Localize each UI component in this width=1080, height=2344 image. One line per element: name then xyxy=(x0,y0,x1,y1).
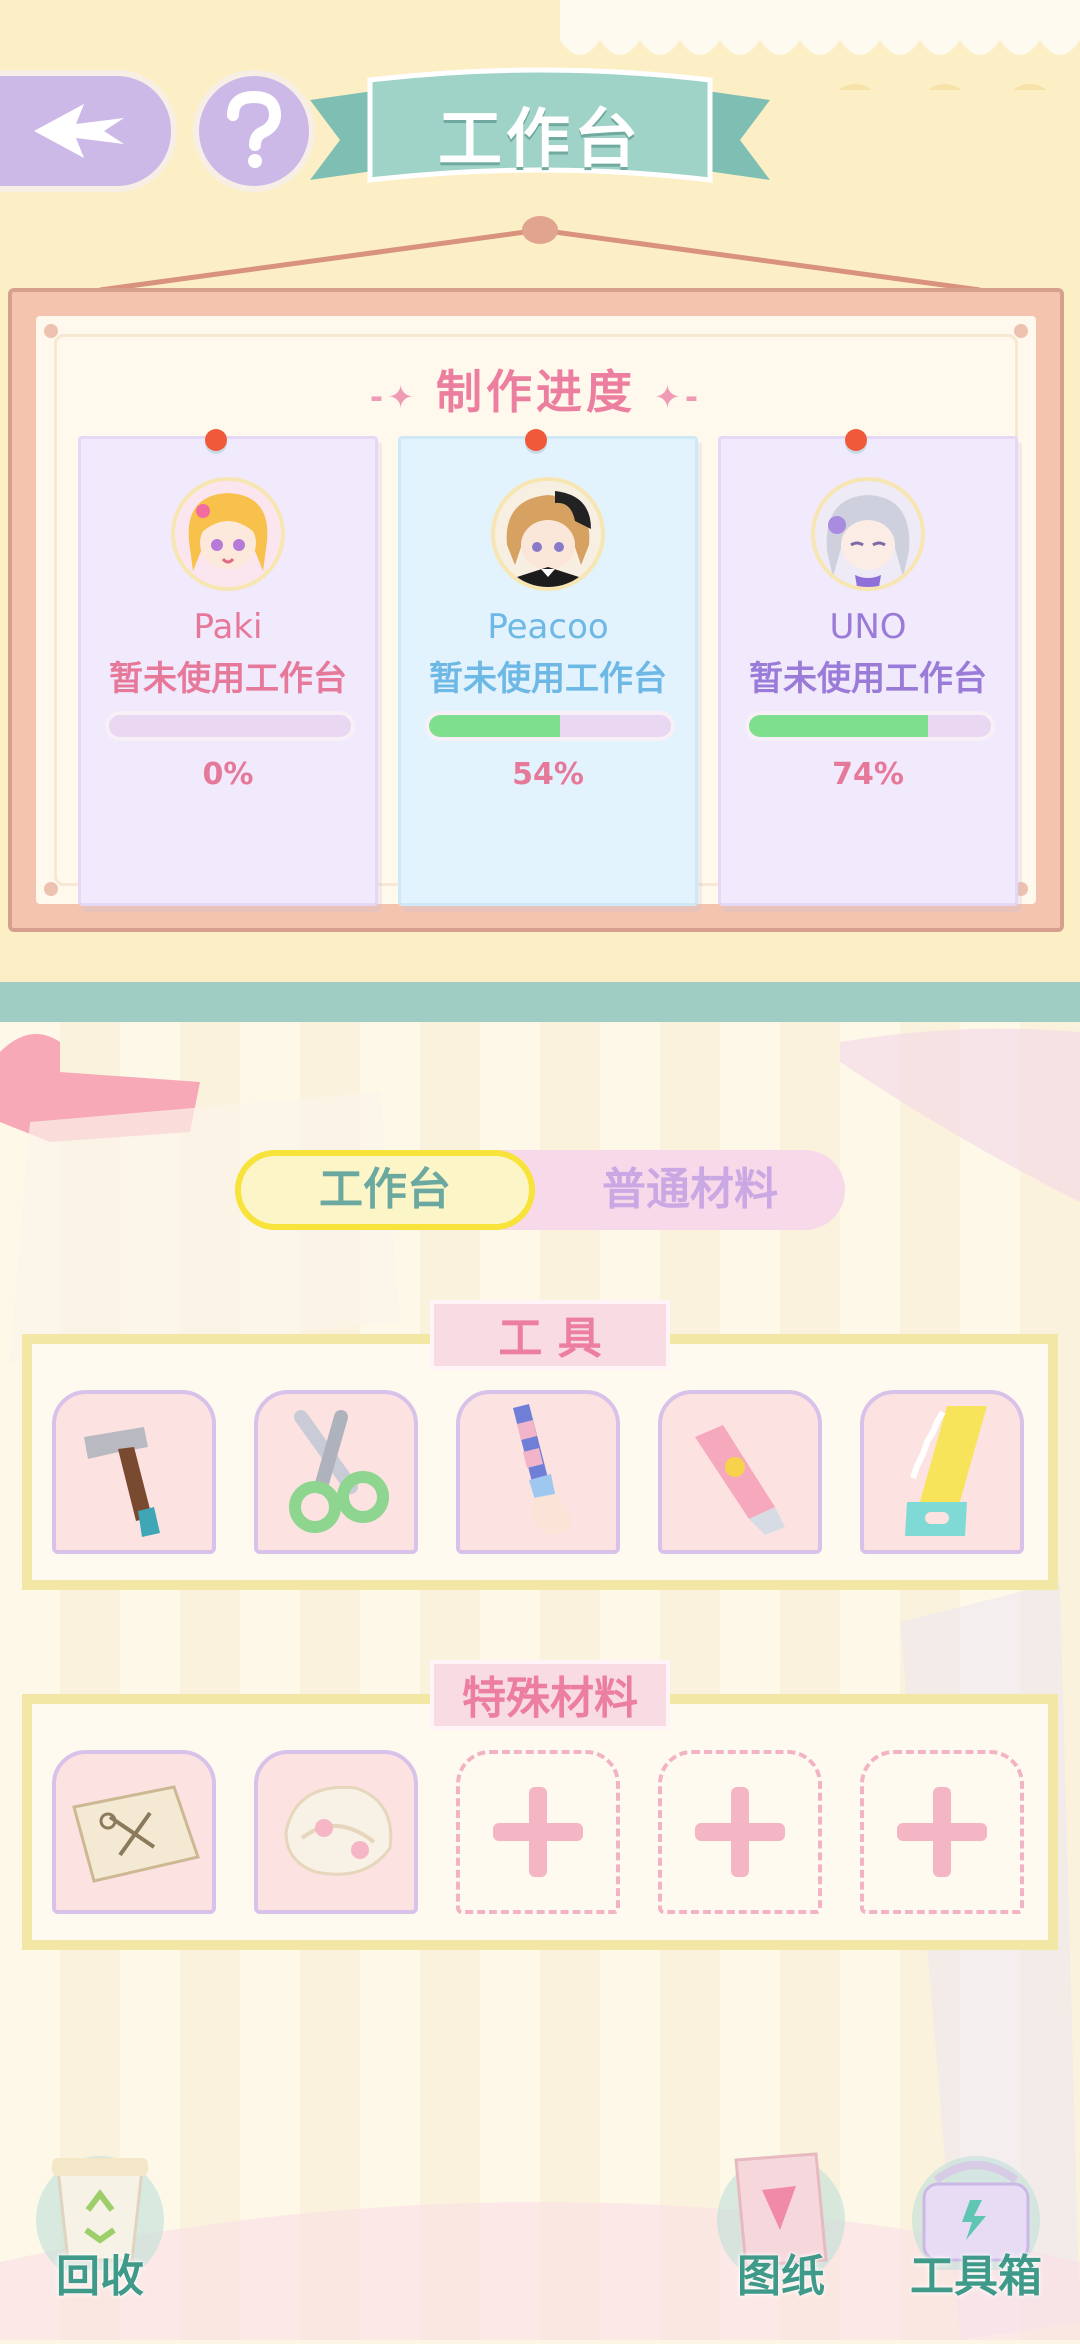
tool-slot-saw[interactable] xyxy=(860,1390,1024,1554)
utility-knife-icon xyxy=(695,1425,785,1535)
special-materials-label: 特殊材料 xyxy=(430,1660,670,1730)
avatar xyxy=(811,477,925,591)
hammer-icon xyxy=(84,1427,160,1537)
saw-icon xyxy=(905,1406,987,1536)
back-arrow-icon xyxy=(33,104,124,158)
progress-title: -✦ 制作进度 ✦- xyxy=(36,356,1036,422)
material-slot-pattern-paper[interactable] xyxy=(52,1750,216,1914)
special-materials-section: 特殊材料 xyxy=(22,1660,1058,1950)
section-divider xyxy=(0,976,1080,1022)
avatar xyxy=(171,477,285,591)
tab-workbench[interactable]: 工作台 xyxy=(235,1150,535,1230)
board-stud xyxy=(44,324,58,338)
sparkle-icon: ✦- xyxy=(654,378,703,416)
worker-card-peacoo[interactable]: Peacoo 暂未使用工作台 54% xyxy=(398,429,698,906)
question-icon xyxy=(227,91,282,168)
tab-common-materials[interactable]: 普通材料 xyxy=(535,1150,845,1230)
avatar-uno-icon xyxy=(815,481,921,587)
plus-icon xyxy=(695,1787,785,1877)
back-button[interactable] xyxy=(0,70,177,192)
help-button[interactable] xyxy=(193,70,315,192)
progress-board: -✦ 制作进度 ✦- Paki 暂未使用工作台 0% Peacoo 暂未使用工作… xyxy=(8,288,1064,932)
progress-title-text: 制作进度 xyxy=(436,365,636,419)
worker-name: Paki xyxy=(193,607,263,647)
tool-slot-hammer[interactable] xyxy=(52,1390,216,1554)
blueprint-button[interactable]: 图纸 xyxy=(706,2140,856,2302)
tools-label: 工 具 xyxy=(430,1300,670,1370)
pushpin-icon xyxy=(845,429,867,451)
toolbox-label: 工具箱 xyxy=(910,2251,1042,2302)
pushpin-icon xyxy=(205,429,227,451)
progress-bar xyxy=(745,711,995,741)
tab-bar: 工作台 普通材料 xyxy=(235,1150,845,1230)
title-banner: 工作台 xyxy=(310,60,770,210)
empty-material-slot[interactable] xyxy=(658,1750,822,1914)
avatar xyxy=(491,477,605,591)
recycle-label: 回收 xyxy=(56,2251,144,2302)
plus-icon xyxy=(493,1787,583,1877)
progress-bar xyxy=(425,711,675,741)
worker-status: 暂未使用工作台 xyxy=(749,659,987,699)
page-title: 工作台 xyxy=(438,103,642,177)
avatar-paki-icon xyxy=(175,481,281,587)
empty-material-slot[interactable] xyxy=(456,1750,620,1914)
worker-card-uno[interactable]: UNO 暂未使用工作台 74% xyxy=(718,429,1018,906)
empty-material-slot[interactable] xyxy=(860,1750,1024,1914)
board-stud xyxy=(44,882,58,896)
paintbrush-icon xyxy=(513,1404,572,1535)
toolbox-button[interactable]: 工具箱 xyxy=(896,2140,1056,2302)
pushpin-icon xyxy=(525,429,547,451)
tool-slot-scissors[interactable] xyxy=(254,1390,418,1554)
progress-bar-fill xyxy=(749,715,929,737)
progress-board-inner: -✦ 制作进度 ✦- Paki 暂未使用工作台 0% Peacoo 暂未使用工作… xyxy=(36,316,1036,906)
worker-status: 暂未使用工作台 xyxy=(429,659,667,699)
worker-name: UNO xyxy=(829,607,907,647)
worker-name: Peacoo xyxy=(487,607,609,647)
tool-slot-paintbrush[interactable] xyxy=(456,1390,620,1554)
sparkle-icon: -✦ xyxy=(369,378,418,416)
progress-bar-fill xyxy=(429,715,560,737)
blueprint-label: 图纸 xyxy=(737,2251,825,2302)
progress-percent: 54% xyxy=(512,757,584,792)
plus-icon xyxy=(897,1787,987,1877)
progress-bar xyxy=(105,711,355,741)
recycle-button[interactable]: 回收 xyxy=(30,2140,170,2302)
worker-card-paki[interactable]: Paki 暂未使用工作台 0% xyxy=(78,429,378,906)
material-slot-lace-bonnet[interactable] xyxy=(254,1750,418,1914)
avatar-peacoo-icon xyxy=(495,481,601,587)
board-stud xyxy=(1014,324,1028,338)
progress-percent: 74% xyxy=(832,757,904,792)
progress-percent: 0% xyxy=(202,757,254,792)
pattern-paper-icon xyxy=(72,1785,200,1883)
tool-slot-utility-knife[interactable] xyxy=(658,1390,822,1554)
scissors-icon xyxy=(289,1410,389,1533)
tools-section: 工 具 xyxy=(22,1300,1058,1590)
lace-bonnet-icon xyxy=(284,1785,393,1876)
worker-status: 暂未使用工作台 xyxy=(109,659,347,699)
